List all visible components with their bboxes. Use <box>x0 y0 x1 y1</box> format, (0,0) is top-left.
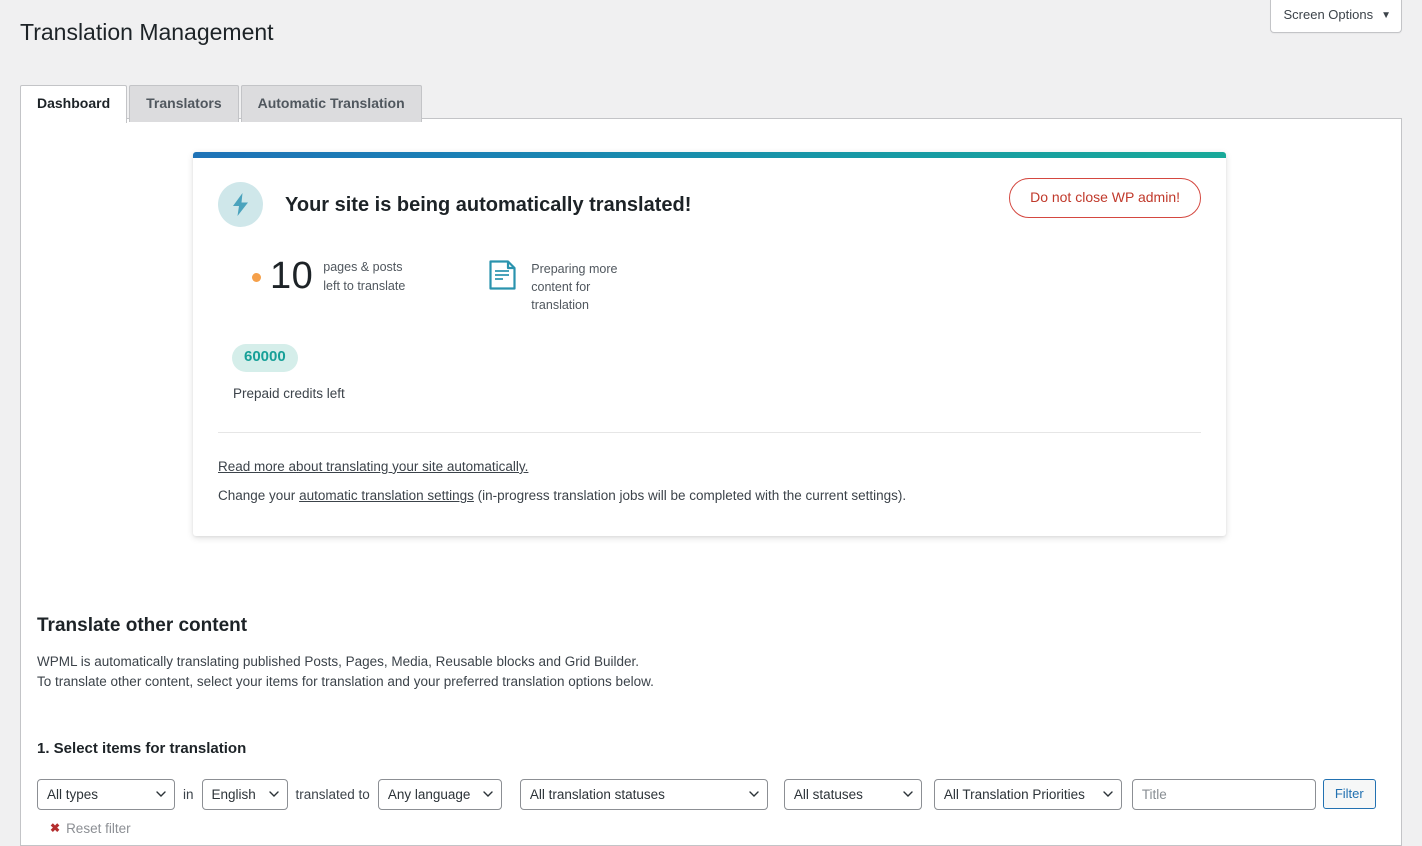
card-header: Your site is being automatically transla… <box>218 158 1201 227</box>
page-title: Translation Management <box>20 19 274 45</box>
card-links: Read more about translating your site au… <box>218 433 1201 507</box>
document-icon <box>489 260 516 295</box>
title-search-input[interactable] <box>1131 778 1316 810</box>
preparing-content-stat: Preparing more content for translation <box>489 260 621 314</box>
change-settings-prefix: Change your <box>218 488 300 504</box>
type-select[interactable]: All types <box>37 778 175 810</box>
target-language-select[interactable]: Any language <box>377 778 502 810</box>
step-1-heading: 1. Select items for translation <box>37 740 247 758</box>
source-language-select[interactable]: English <box>201 778 288 810</box>
filter-button[interactable]: Filter <box>1322 779 1376 810</box>
priority-select-wrap: All Translation Priorities <box>933 778 1122 810</box>
screen-options-button[interactable]: Screen Options ▼ <box>1270 0 1402 33</box>
card-title: Your site is being automatically transla… <box>285 193 692 216</box>
reset-filter-label: Reset filter <box>66 820 131 836</box>
automatic-translation-settings-link[interactable]: automatic translation settings <box>299 488 474 503</box>
status-select-wrap: All statuses <box>783 778 922 810</box>
pages-left-count: 10 <box>270 255 314 297</box>
credits-label: Prepaid credits left <box>233 385 345 401</box>
change-settings-row: Change your automatic translation settin… <box>218 486 1201 506</box>
x-icon: ✖ <box>50 821 61 836</box>
change-settings-suffix: (in-progress translation jobs will be co… <box>473 488 907 504</box>
translate-other-description: WPML is automatically translating publis… <box>37 652 1385 693</box>
reset-filter-button[interactable]: ✖ Reset filter <box>50 821 1385 836</box>
status-dot-icon <box>252 272 261 282</box>
description-line-1: WPML is automatically translating publis… <box>37 653 640 669</box>
source-language-select-wrap: English <box>201 778 288 810</box>
target-language-select-wrap: Any language <box>377 778 502 810</box>
tab-automatic-translation[interactable]: Automatic Translation <box>240 85 422 122</box>
description-line-2: To translate other content, select your … <box>37 673 654 689</box>
credits-block: 60000 Prepaid credits left <box>218 344 1201 401</box>
do-not-close-button[interactable]: Do not close WP admin! <box>1009 178 1201 218</box>
automatic-translation-card: Your site is being automatically transla… <box>193 152 1226 537</box>
pages-left-label-line1: pages & posts <box>323 260 403 275</box>
tab-dashboard[interactable]: Dashboard <box>20 85 128 123</box>
tab-translators[interactable]: Translators <box>129 85 239 122</box>
status-select[interactable]: All statuses <box>783 778 922 810</box>
pages-left-stat: 10 pages & posts left to translate <box>252 257 405 295</box>
filter-bar: All types in English translated to Any l… <box>37 778 1385 810</box>
priority-select[interactable]: All Translation Priorities <box>933 778 1122 810</box>
translation-status-select[interactable]: All translation statuses <box>519 778 768 810</box>
translate-other-content-section: Translate other content WPML is automati… <box>37 614 1385 836</box>
read-more-row: Read more about translating your site au… <box>218 457 1201 477</box>
filter-word-in: in <box>183 786 194 802</box>
chevron-down-icon: ▼ <box>1381 9 1391 21</box>
preparing-content-text: Preparing more content for translation <box>531 262 618 313</box>
content-panel: Your site is being automatically transla… <box>20 118 1402 846</box>
screen-options-label: Screen Options <box>1283 7 1374 22</box>
pages-left-label: pages & posts left to translate <box>323 258 405 294</box>
filter-word-translated-to: translated to <box>295 786 370 802</box>
lightning-bolt-icon <box>218 182 263 227</box>
credits-badge: 60000 <box>232 344 298 372</box>
translation-status-select-wrap: All translation statuses <box>519 778 768 810</box>
type-select-wrap: All types <box>37 778 175 810</box>
pages-left-label-line2: left to translate <box>323 278 406 293</box>
stats-row: 10 pages & posts left to translate Prepa… <box>218 257 1201 314</box>
translate-other-heading: Translate other content <box>37 615 248 636</box>
read-more-link[interactable]: Read more about translating your site au… <box>218 459 528 474</box>
tab-bar: Dashboard Translators Automatic Translat… <box>20 85 424 123</box>
